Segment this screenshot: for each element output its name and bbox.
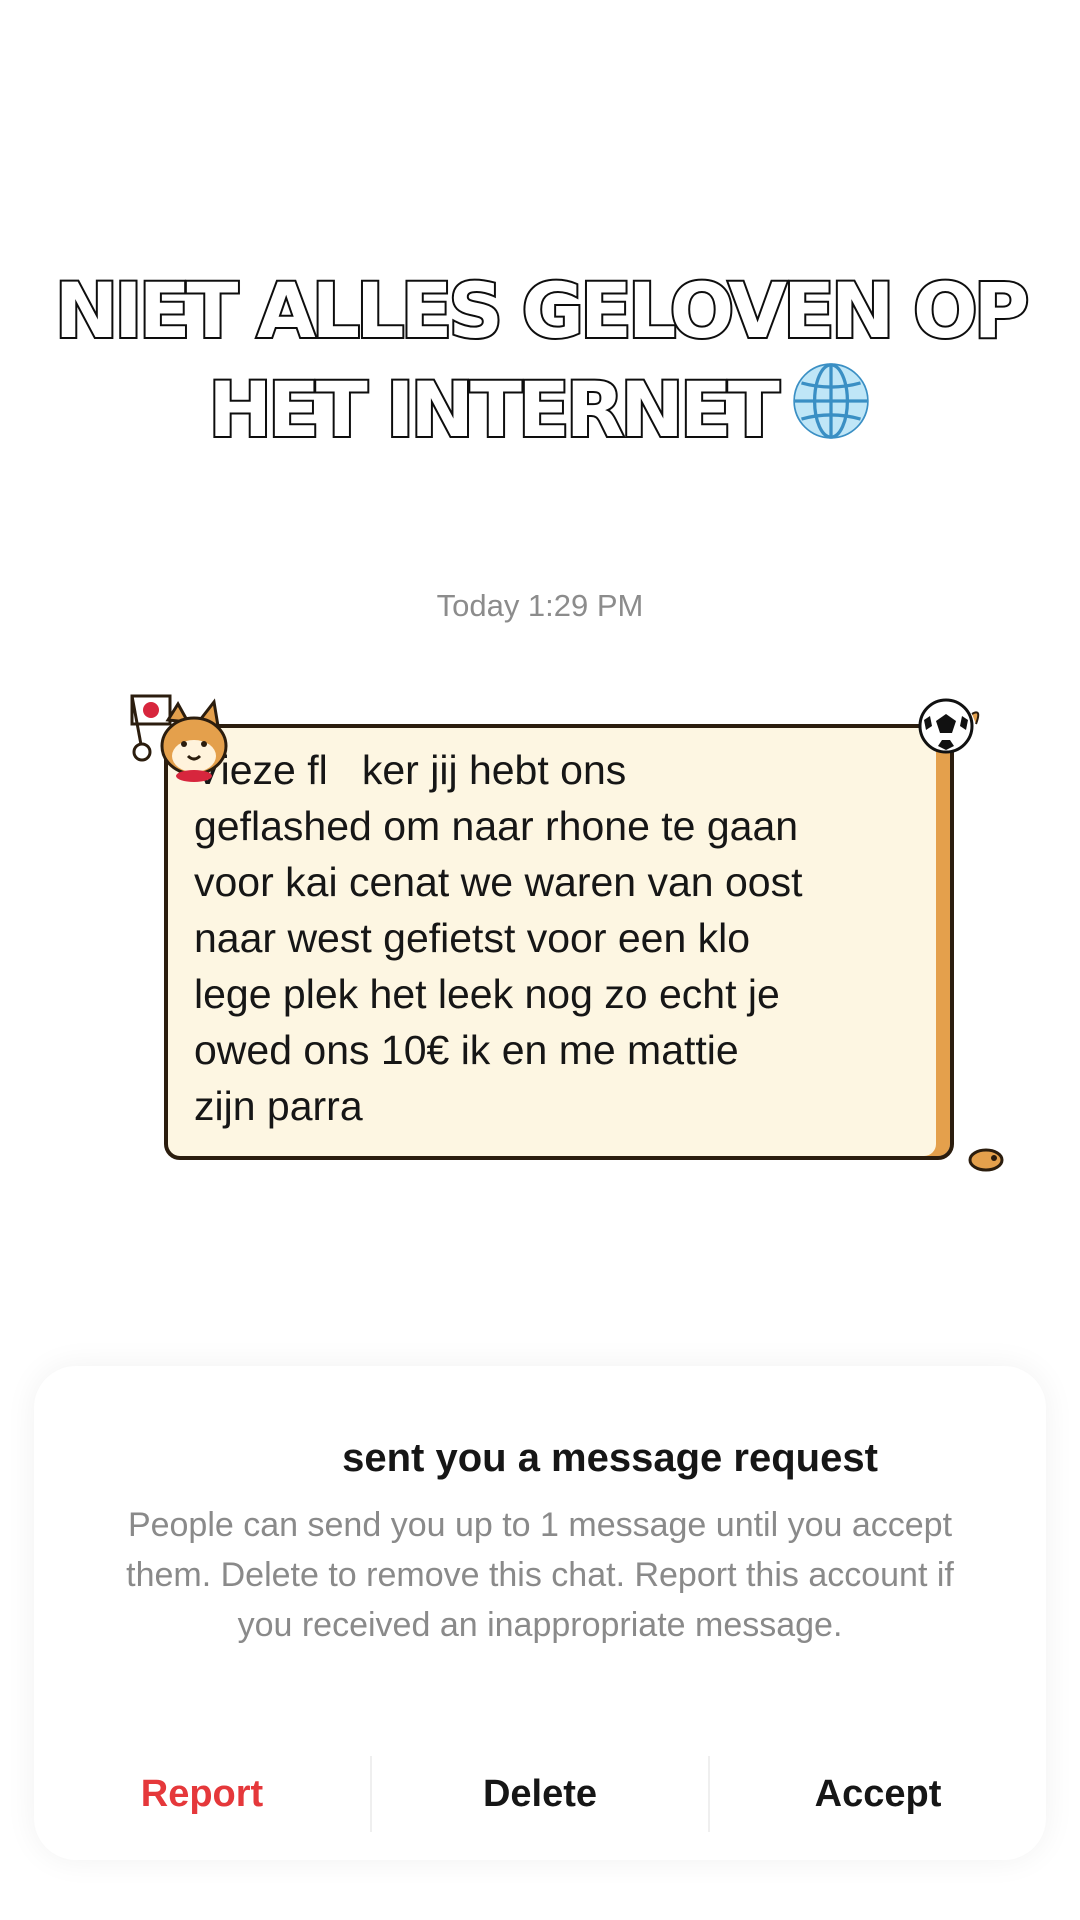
message-request-title: sent you a message request: [342, 1436, 878, 1480]
delete-button[interactable]: Delete: [372, 1748, 708, 1840]
shiba-dog-sticker-icon: [130, 694, 228, 782]
message-request-card: sent you a message request People can se…: [34, 1366, 1046, 1860]
video-caption-overlay: NIET ALLES GELOVEN OP HET INTERNET: [0, 262, 1080, 459]
message-text: Vieze fl ker jij hebt ons geflashed om n…: [194, 747, 803, 1129]
message-bubble-container[interactable]: Vieze fl ker jij hebt ons geflashed om n…: [128, 690, 1008, 1180]
caption-line-2-text: HET INTERNET: [206, 363, 781, 456]
globe-icon: [792, 363, 869, 439]
caption-line-1: NIET ALLES GELOVEN OP: [53, 264, 1032, 357]
report-button[interactable]: Report: [34, 1748, 370, 1840]
accept-button[interactable]: Accept: [710, 1748, 1046, 1840]
message-timestamp: Today 1:29 PM: [436, 588, 644, 623]
message-request-description: People can send you up to 1 message unti…: [126, 1506, 954, 1644]
soccer-ball-icon: [918, 698, 980, 754]
caption-line-2: HET INTERNET: [0, 360, 1080, 459]
message-request-actions: Report Delete Accept: [34, 1748, 1046, 1840]
dog-paw-icon: [968, 1148, 1004, 1172]
